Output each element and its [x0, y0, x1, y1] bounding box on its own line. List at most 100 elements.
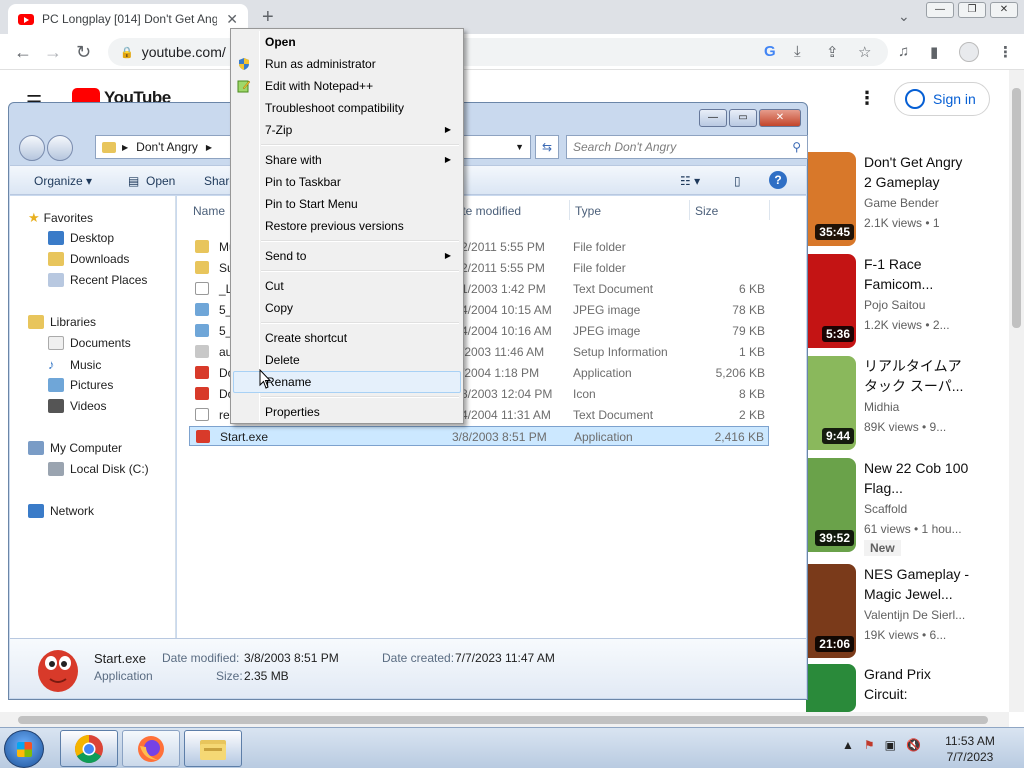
explorer-maximize-button[interactable]: ▭ [729, 109, 757, 127]
action-center-flag-icon[interactable]: ⚑ [864, 738, 875, 752]
nav-videos[interactable]: Videos [48, 399, 106, 413]
video-card[interactable]: 35:45 Don't Get Angry 2 Gameplay Game Bend… [806, 152, 1006, 252]
menu-item-restore-previous-versions[interactable]: Restore previous versions [233, 215, 461, 237]
refresh-icon[interactable]: ⇆ [535, 135, 559, 159]
video-title[interactable]: Grand Prix Circuit: [864, 664, 970, 704]
preview-pane-icon[interactable]: ▯ [734, 174, 741, 188]
menu-item-send-to[interactable]: Send to ▶ [233, 245, 461, 267]
menu-item-properties[interactable]: Properties [233, 401, 461, 423]
address-dropdown-icon[interactable]: ▼ [515, 142, 524, 152]
video-channel[interactable]: Midhia [864, 400, 899, 414]
nav-documents[interactable]: Documents [48, 336, 131, 350]
chrome-menu-icon[interactable]: ⋮ [998, 43, 1013, 61]
install-icon[interactable]: ⤓ [794, 43, 801, 60]
organize-button[interactable]: Organize ▾ [34, 174, 92, 188]
tab-close-icon[interactable]: ✕ [226, 11, 238, 28]
start-button[interactable] [4, 730, 44, 768]
nav-favorites[interactable]: ★ Favorites [28, 210, 93, 226]
nav-desktop[interactable]: Desktop [48, 231, 114, 245]
menu-item-share-with[interactable]: Share with ▶ [233, 149, 461, 171]
menu-item-7-zip[interactable]: 7-Zip ▶ [233, 119, 461, 141]
page-scrollbar[interactable] [1009, 70, 1024, 712]
menu-item-open[interactable]: Open [233, 31, 461, 53]
menu-item-troubleshoot-compatibility[interactable]: Troubleshoot compatibility [233, 97, 461, 119]
video-card[interactable]: 39:52 New 22 Cob 100 Flag... Scaffold 61 vi… [806, 458, 1006, 558]
column-header-size[interactable]: Size [695, 204, 718, 218]
nav-downloads[interactable]: Downloads [48, 252, 129, 266]
bookmark-star-icon[interactable]: ☆ [858, 43, 871, 61]
explorer-search-input[interactable]: Search Don't Angry ⚲ [566, 135, 808, 159]
menu-item-pin-to-taskbar[interactable]: Pin to Taskbar [233, 171, 461, 193]
google-lens-icon[interactable]: G [764, 43, 776, 60]
column-header-type[interactable]: Type [575, 204, 601, 218]
video-thumbnail[interactable] [806, 664, 856, 712]
change-view-icon[interactable]: ☷ ▾ [680, 174, 700, 188]
column-separator[interactable] [769, 200, 770, 220]
video-title[interactable]: リアルタイムアタック スーパ... [864, 356, 970, 396]
video-thumbnail[interactable]: 9:44 [806, 356, 856, 450]
video-card[interactable]: Grand Prix Circuit: [806, 664, 1006, 712]
video-channel[interactable]: Game Bender [864, 196, 939, 210]
browser-tab[interactable]: PC Longplay [014] Don't Get Angry ✕ [8, 4, 248, 34]
menu-item-edit-with-notepad[interactable]: Edit with Notepad++ [233, 75, 461, 97]
taskbar-firefox[interactable] [122, 730, 180, 767]
video-thumbnail[interactable]: 39:52 [806, 458, 856, 552]
explorer-forward-icon[interactable] [47, 135, 73, 161]
nav-music[interactable]: ♪ Music [48, 357, 101, 372]
network-status-icon[interactable]: ▣ [885, 738, 896, 752]
video-title[interactable]: NES Gameplay - Magic Jewel... [864, 564, 970, 604]
explorer-close-button[interactable]: ✕ [759, 109, 801, 127]
video-title[interactable]: Don't Get Angry 2 Gameplay [864, 152, 970, 192]
menu-item-run-as-administrator[interactable]: Run as administrator [233, 53, 461, 75]
nav-recent-places[interactable]: Recent Places [48, 273, 147, 287]
settings-kebab-icon[interactable]: ⋮ [858, 88, 876, 109]
horizontal-scrollbar[interactable] [0, 712, 1009, 727]
sign-in-button[interactable]: Sign in [894, 82, 990, 116]
nav-network[interactable]: Network [28, 504, 94, 518]
restore-button[interactable]: ❐ [958, 2, 986, 18]
reload-icon[interactable]: ↻ [76, 42, 91, 63]
horizontal-scroll-thumb[interactable] [18, 716, 988, 724]
column-header-name[interactable]: Name [193, 204, 225, 218]
page-scroll-thumb[interactable] [1012, 88, 1021, 328]
column-separator[interactable] [689, 200, 690, 220]
help-icon[interactable]: ? [769, 171, 787, 189]
video-card[interactable]: 21:06 NES Gameplay - Magic Jewel... Valent… [806, 564, 1006, 664]
breadcrumb-arrow-icon[interactable]: ▶ [122, 143, 128, 152]
menu-item-cut[interactable]: Cut [233, 275, 461, 297]
close-button[interactable]: ✕ [990, 2, 1018, 18]
video-thumbnail[interactable]: 5:36 [806, 254, 856, 348]
nav-local-disk[interactable]: Local Disk (C:) [48, 462, 149, 476]
video-thumbnail[interactable]: 35:45 [806, 152, 856, 246]
menu-item-copy[interactable]: Copy [233, 297, 461, 319]
share-icon[interactable]: ⇪ [826, 43, 839, 61]
file-row[interactable]: Start.exe 3/8/2003 8:51 PM Application 2,41… [189, 426, 769, 446]
video-card[interactable]: 5:36 F-1 Race Famicom... Pojo Saitou 1.2K v… [806, 254, 1006, 354]
nav-libraries[interactable]: Libraries [28, 315, 96, 329]
menu-item-pin-to-start-menu[interactable]: Pin to Start Menu [233, 193, 461, 215]
nav-my-computer[interactable]: My Computer [28, 441, 122, 455]
video-title[interactable]: F-1 Race Famicom... [864, 254, 970, 294]
breadcrumb-arrow-icon[interactable]: ▶ [206, 143, 212, 152]
nav-pictures[interactable]: Pictures [48, 378, 113, 392]
taskbar-explorer[interactable] [184, 730, 242, 767]
volume-muted-icon[interactable]: 🔇 [906, 738, 921, 752]
video-title[interactable]: New 22 Cob 100 Flag... [864, 458, 970, 498]
video-card[interactable]: 9:44 リアルタイムアタック スーパ... Midhia 89K views • 9… [806, 356, 1006, 456]
column-separator[interactable] [569, 200, 570, 220]
taskbar-chrome[interactable] [60, 730, 118, 767]
open-button[interactable]: Open [146, 174, 175, 188]
profile-avatar-icon[interactable] [959, 42, 979, 62]
media-control-icon[interactable]: ♫ [898, 43, 909, 60]
side-panel-icon[interactable]: ▮ [930, 43, 938, 61]
video-channel[interactable]: Scaffold [864, 502, 907, 516]
breadcrumb-current-folder[interactable]: Don't Angry [136, 140, 198, 154]
menu-item-delete[interactable]: Delete [233, 349, 461, 371]
search-icon[interactable]: ⚲ [792, 140, 801, 154]
video-channel[interactable]: Pojo Saitou [864, 298, 925, 312]
explorer-minimize-button[interactable]: — [699, 109, 727, 127]
new-tab-button[interactable]: + [262, 6, 274, 29]
forward-arrow-icon[interactable]: → [44, 42, 62, 63]
menu-item-create-shortcut[interactable]: Create shortcut [233, 327, 461, 349]
show-hidden-icons-chevron-icon[interactable]: ▲ [842, 738, 854, 752]
